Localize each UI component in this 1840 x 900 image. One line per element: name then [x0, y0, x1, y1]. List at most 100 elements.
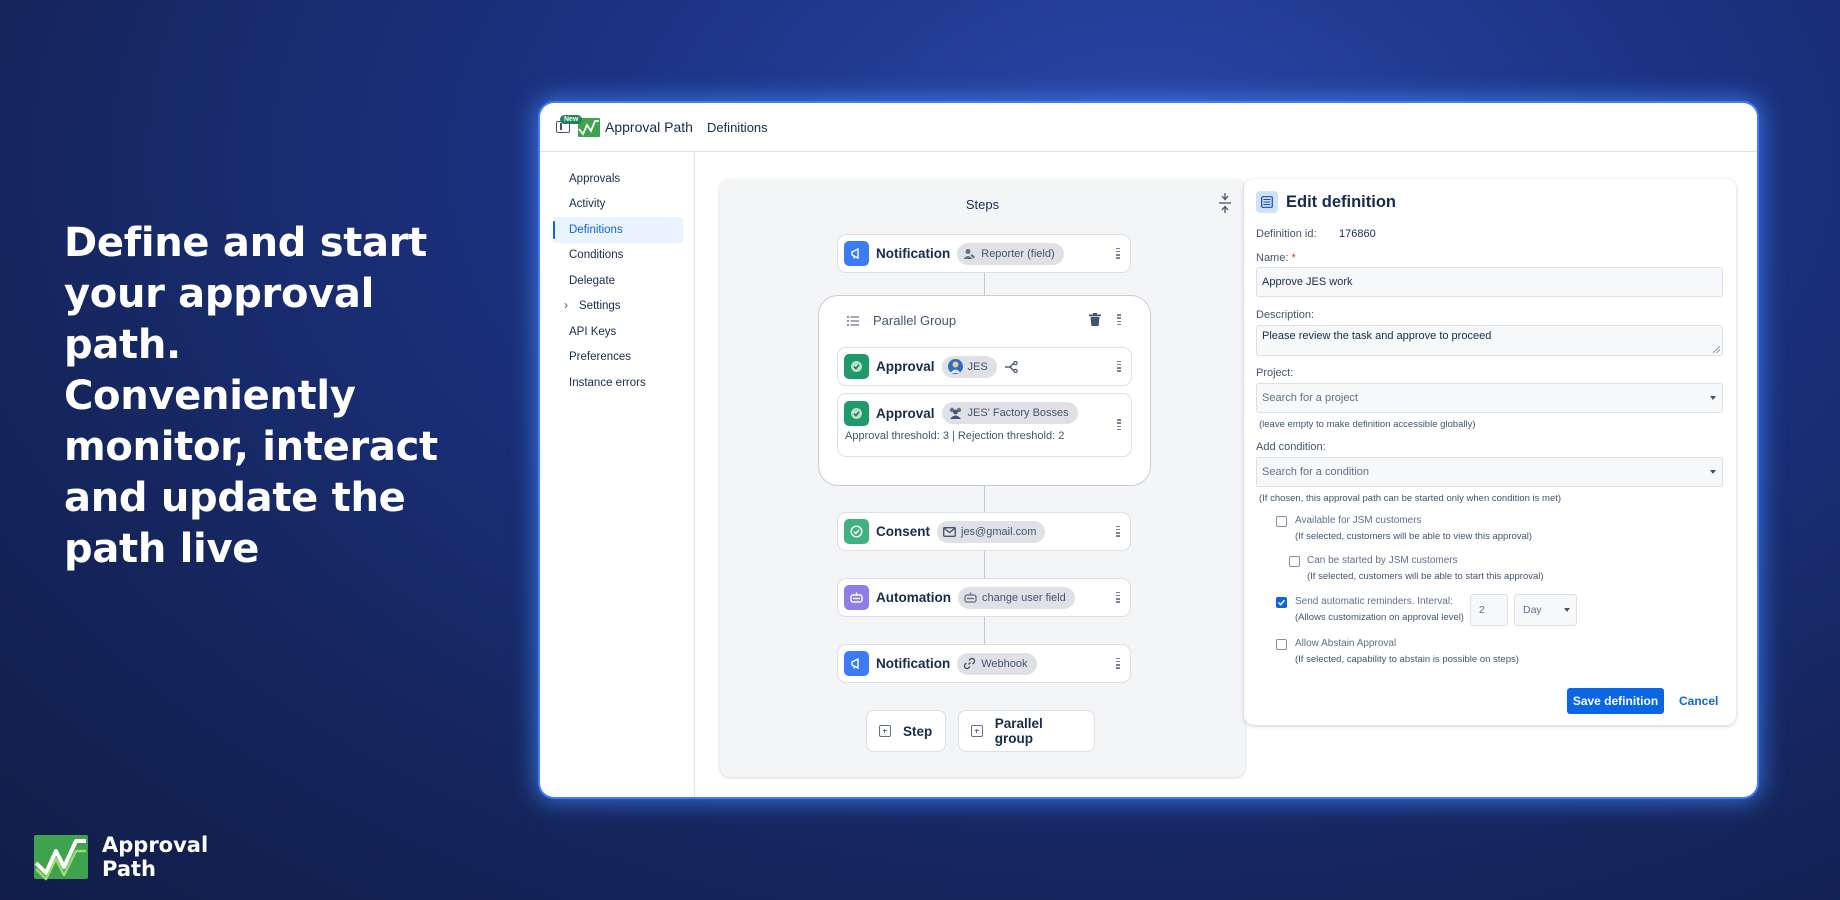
- document-list-icon: [1256, 191, 1278, 213]
- condition-select[interactable]: Search for a condition: [1256, 457, 1723, 487]
- edit-definition-panel: Edit definition Definition id: 176860 Na…: [1244, 179, 1736, 725]
- recipient-chip: Reporter (field): [957, 242, 1064, 265]
- step-card-approval[interactable]: Approval JES: [837, 347, 1132, 386]
- project-select[interactable]: Search for a project: [1256, 383, 1723, 413]
- group-icon: [949, 407, 961, 419]
- step-name: Automation: [876, 590, 951, 605]
- plus-icon: [971, 725, 983, 737]
- save-definition-button[interactable]: Save definition: [1567, 688, 1664, 714]
- step-name: Approval: [876, 359, 935, 374]
- sidebar-item-conditions[interactable]: Conditions: [553, 243, 683, 269]
- step-name: Notification: [876, 246, 951, 261]
- required-marker: *: [1291, 252, 1296, 264]
- reminder-interval-input[interactable]: 2: [1470, 594, 1508, 626]
- jsm-start-label: Can be started by JSM customers: [1307, 555, 1458, 566]
- parallel-group-header: Parallel Group: [847, 313, 956, 328]
- step-card-approval[interactable]: Approval JES' Factory Bosses Approval th…: [837, 393, 1132, 457]
- megaphone-icon: [844, 651, 869, 676]
- new-badge: New: [560, 115, 583, 124]
- sidebar: Approvals Activity Definitions Condition…: [540, 152, 695, 797]
- reminder-label: Send automatic reminders. Interval:: [1295, 596, 1453, 607]
- marketing-headline: Define and start your approval path. Con…: [64, 220, 438, 572]
- definition-id-value: 176860: [1339, 228, 1376, 240]
- chevron-down-icon: [1710, 470, 1716, 474]
- steps-panel: Steps Notification Reporter (field) Para…: [720, 179, 1245, 777]
- resize-handle-icon[interactable]: [1713, 346, 1720, 353]
- step-card-automation[interactable]: Automation change user field: [837, 578, 1131, 617]
- sidebar-item-instance-errors[interactable]: Instance errors: [553, 370, 683, 396]
- description-field[interactable]: Please review the task and approve to pr…: [1256, 325, 1723, 356]
- approver-chip: JES: [941, 355, 997, 378]
- chevron-down-icon: [1710, 396, 1716, 400]
- sidebar-item-settings[interactable]: › Settings: [553, 294, 693, 320]
- threshold-text: Approval threshold: 3 | Rejection thresh…: [845, 430, 1065, 442]
- sidebar-item-preferences[interactable]: Preferences: [553, 345, 683, 371]
- step-card-notification[interactable]: Notification Reporter (field): [837, 234, 1131, 273]
- jsm-view-checkbox[interactable]: [1276, 516, 1287, 527]
- collapse-icon[interactable]: [1217, 193, 1233, 213]
- approver-group-chip: JES' Factory Bosses: [941, 402, 1078, 424]
- drag-handle-icon[interactable]: [1116, 525, 1120, 538]
- approval-path-logo-icon: [34, 835, 88, 881]
- project-label: Project:: [1256, 367, 1294, 379]
- avatar: [947, 359, 963, 374]
- sidebar-item-delegate[interactable]: Delegate: [553, 268, 683, 294]
- parallel-group: Parallel Group Approval JES Approval JES…: [818, 295, 1151, 486]
- connector-line: [984, 486, 985, 512]
- step-name: Consent: [876, 524, 930, 539]
- abstain-hint: (If selected, capability to abstain is p…: [1295, 654, 1519, 665]
- reminder-unit-select[interactable]: Day: [1514, 594, 1577, 626]
- name-field[interactable]: Approve JES work: [1256, 267, 1723, 297]
- step-card-consent[interactable]: Consent jes@gmail.com: [837, 512, 1131, 551]
- name-label: Name: *: [1256, 252, 1296, 264]
- megaphone-icon: [844, 241, 869, 266]
- robot-icon: [844, 585, 869, 610]
- project-hint: (leave empty to make definition accessib…: [1259, 419, 1476, 430]
- reminder-checkbox[interactable]: [1276, 597, 1287, 608]
- jsm-start-checkbox[interactable]: [1289, 556, 1300, 567]
- trash-icon[interactable]: [1089, 313, 1101, 326]
- description-label: Description:: [1256, 309, 1315, 321]
- sidebar-item-approvals[interactable]: Approvals: [553, 166, 683, 192]
- abstain-checkbox[interactable]: [1276, 639, 1287, 650]
- webhook-chip: Webhook: [957, 652, 1037, 675]
- cancel-button[interactable]: Cancel: [1679, 688, 1718, 714]
- user-field-icon: [963, 248, 976, 259]
- sidebar-item-api-keys[interactable]: API Keys: [553, 319, 683, 345]
- add-parallel-group-button[interactable]: Parallel group: [958, 710, 1095, 752]
- sidebar-nav: Approvals Activity Definitions Condition…: [553, 166, 694, 396]
- app-home-link[interactable]: Approval Path: [578, 117, 693, 137]
- app-window: New Approval Path Definitions Approvals …: [540, 103, 1757, 797]
- sidebar-item-definitions[interactable]: Definitions: [553, 217, 683, 243]
- check-circle-icon: [844, 519, 869, 544]
- drag-handle-icon[interactable]: [1117, 360, 1121, 373]
- step-name: Approval: [876, 405, 935, 421]
- mail-icon: [943, 526, 956, 537]
- jsm-view-label: Available for JSM customers: [1295, 515, 1422, 526]
- drag-handle-icon[interactable]: [1117, 314, 1121, 326]
- reminder-hint: (Allows customization on approval level): [1295, 612, 1464, 623]
- breadcrumb-definitions[interactable]: Definitions: [707, 120, 768, 135]
- sidebar-item-activity[interactable]: Activity: [553, 192, 683, 218]
- condition-label: Add condition:: [1256, 441, 1326, 453]
- jsm-start-hint: (If selected, customers will be able to …: [1307, 571, 1544, 582]
- add-step-button[interactable]: Step: [866, 710, 946, 752]
- email-chip: jes@gmail.com: [937, 520, 1046, 543]
- connector-line: [984, 273, 985, 295]
- chevron-right-icon: ›: [564, 297, 568, 312]
- step-card-notification[interactable]: Notification Webhook: [837, 644, 1131, 683]
- edit-definition-title: Edit definition: [1286, 192, 1396, 211]
- edit-definition-header: Edit definition: [1256, 191, 1396, 213]
- drag-handle-icon[interactable]: [1116, 657, 1120, 670]
- drag-handle-icon[interactable]: [1117, 419, 1121, 431]
- drag-handle-icon[interactable]: [1116, 591, 1120, 604]
- automation-chip: change user field: [958, 586, 1075, 609]
- drag-handle-icon[interactable]: [1116, 247, 1120, 260]
- app-name: Approval Path: [605, 119, 693, 135]
- shield-check-icon: [844, 354, 869, 379]
- link-icon: [964, 657, 976, 670]
- list-icon: [847, 315, 859, 326]
- shield-check-icon: [844, 400, 869, 426]
- branch-icon[interactable]: [1004, 360, 1018, 373]
- top-bar: New Approval Path Definitions: [540, 103, 1757, 152]
